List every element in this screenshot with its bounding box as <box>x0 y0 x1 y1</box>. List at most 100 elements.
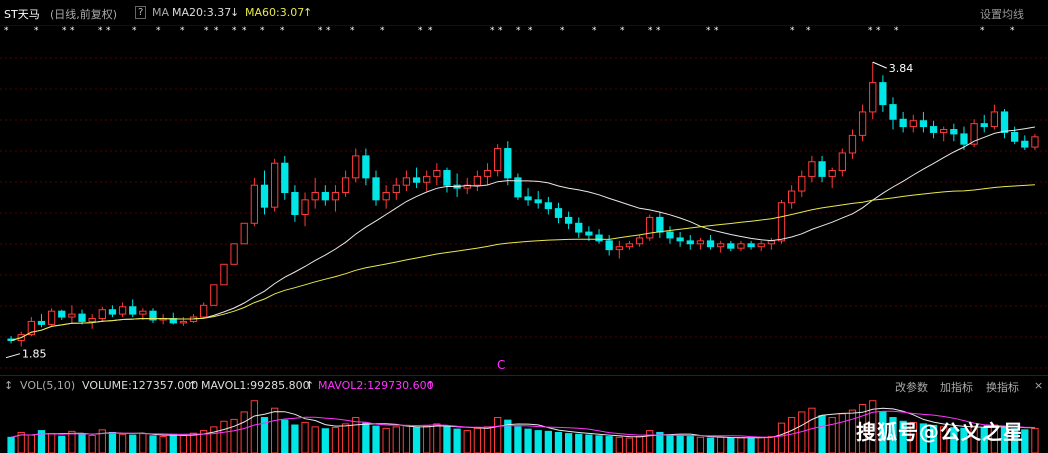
close-icon[interactable]: × <box>1034 379 1043 392</box>
candle-body <box>1021 140 1029 148</box>
candle-body <box>494 148 502 172</box>
volume-bar <box>189 432 198 453</box>
event-star-marker[interactable]: * <box>592 26 596 36</box>
event-star-marker[interactable]: * <box>214 26 218 36</box>
mavol1-up-icon: ↑ <box>305 379 315 392</box>
volume-bar <box>838 413 846 453</box>
volume-bar <box>311 426 319 453</box>
candle-body <box>960 133 968 145</box>
event-star-marker[interactable]: * <box>560 26 564 36</box>
volume-bar <box>68 430 76 453</box>
candle-body <box>635 237 644 245</box>
period-label: (日线,前复权) <box>50 8 118 21</box>
event-star-marker[interactable]: * <box>204 26 208 36</box>
settings-ma-button[interactable]: 设置均线 <box>980 6 1024 22</box>
event-star-marker[interactable]: * <box>876 26 880 36</box>
candle-body <box>929 126 938 133</box>
volume-bar <box>818 415 826 453</box>
candle-body <box>808 161 816 177</box>
volume-bar <box>727 437 735 453</box>
candle-body <box>747 243 755 248</box>
event-star-marker[interactable]: * <box>714 26 718 36</box>
candle-body <box>331 192 340 201</box>
event-star-marker[interactable]: * <box>528 26 532 36</box>
candle-body <box>717 243 725 248</box>
volume-bar <box>625 437 634 453</box>
volume-bar <box>270 407 279 453</box>
add-indicator-button[interactable]: 加指标 <box>940 379 973 395</box>
volume-bar <box>7 436 15 453</box>
event-star-marker[interactable]: * <box>428 26 432 36</box>
candlestick-chart: 3.84 1.85 <box>0 57 1048 369</box>
volume-bar <box>47 433 56 453</box>
event-star-marker[interactable]: * <box>380 26 384 36</box>
event-star-marker[interactable]: * <box>260 26 264 36</box>
event-star-marker[interactable]: * <box>980 26 984 36</box>
event-star-marker[interactable]: * <box>498 26 502 36</box>
event-star-marker[interactable]: * <box>132 26 136 36</box>
event-star-marker[interactable]: * <box>232 26 236 36</box>
event-star-marker[interactable]: * <box>490 26 494 36</box>
event-star-marker[interactable]: * <box>156 26 160 36</box>
volume-bar <box>575 433 583 453</box>
event-star-marker[interactable]: * <box>318 26 322 36</box>
candle-body <box>544 202 552 210</box>
candle-body <box>1031 136 1039 148</box>
candle-body <box>575 222 583 233</box>
candle-body <box>98 309 106 320</box>
volume-bar <box>301 421 309 453</box>
switch-indicator-button[interactable]: 换指标 <box>986 379 1019 395</box>
candle-body <box>615 246 623 251</box>
stock-name[interactable]: ST天马 <box>4 6 40 22</box>
event-star-marker[interactable]: * <box>418 26 422 36</box>
event-star-marker[interactable]: * <box>62 26 66 36</box>
event-star-marker[interactable]: * <box>280 26 284 36</box>
volume-bar <box>494 417 502 453</box>
candle-body <box>869 82 877 113</box>
candle-body <box>179 320 188 324</box>
low-price-label: 1.85 <box>22 348 47 361</box>
chart-header: ST天马 (日线,前复权) ? MA MA20:3.37 ↓ MA60:3.07… <box>0 0 1048 26</box>
volume-bar <box>635 436 644 453</box>
c-marker: C <box>497 358 506 372</box>
volume-bar <box>27 434 35 453</box>
event-star-marker[interactable]: * <box>1010 26 1014 36</box>
volume-bar <box>352 417 360 453</box>
volume-bar <box>777 422 786 453</box>
volume-bar <box>402 424 411 453</box>
event-star-marker[interactable]: * <box>706 26 710 36</box>
volume-bar <box>139 433 147 453</box>
event-star-marker[interactable]: * <box>790 26 794 36</box>
candle-body <box>848 134 857 154</box>
event-star-marker[interactable]: * <box>180 26 184 36</box>
event-star-marker[interactable]: * <box>34 26 38 36</box>
event-star-marker[interactable]: * <box>868 26 872 36</box>
ma60-value: MA60:3.07 <box>245 6 305 19</box>
event-star-marker[interactable]: * <box>894 26 898 36</box>
volume-bar <box>250 400 259 453</box>
event-star-marker[interactable]: * <box>106 26 110 36</box>
candle-body <box>646 216 654 239</box>
candle-body <box>828 170 836 177</box>
event-star-marker[interactable]: * <box>98 26 102 36</box>
edit-params-button[interactable]: 改参数 <box>895 379 928 395</box>
candle-body <box>706 240 715 248</box>
candle-body <box>818 161 826 177</box>
event-star-marker[interactable]: * <box>806 26 810 36</box>
event-star-marker[interactable]: * <box>648 26 652 36</box>
event-star-marker[interactable]: * <box>350 26 354 36</box>
candle-body <box>899 118 907 128</box>
vol-toggle-icon[interactable]: ↕ <box>4 379 13 392</box>
event-star-marker[interactable]: * <box>620 26 624 36</box>
event-star-marker[interactable]: * <box>4 26 8 36</box>
event-star-marker[interactable]: * <box>326 26 330 36</box>
event-star-marker[interactable]: * <box>516 26 520 36</box>
event-star-marker[interactable]: * <box>242 26 246 36</box>
candle-body <box>737 243 745 249</box>
help-button[interactable]: ? <box>135 6 147 19</box>
volume-bar <box>524 428 532 453</box>
volume-bar <box>554 431 563 453</box>
ma20-value: MA20:3.37 <box>172 6 232 19</box>
event-star-marker[interactable]: * <box>656 26 660 36</box>
event-star-marker[interactable]: * <box>70 26 74 36</box>
